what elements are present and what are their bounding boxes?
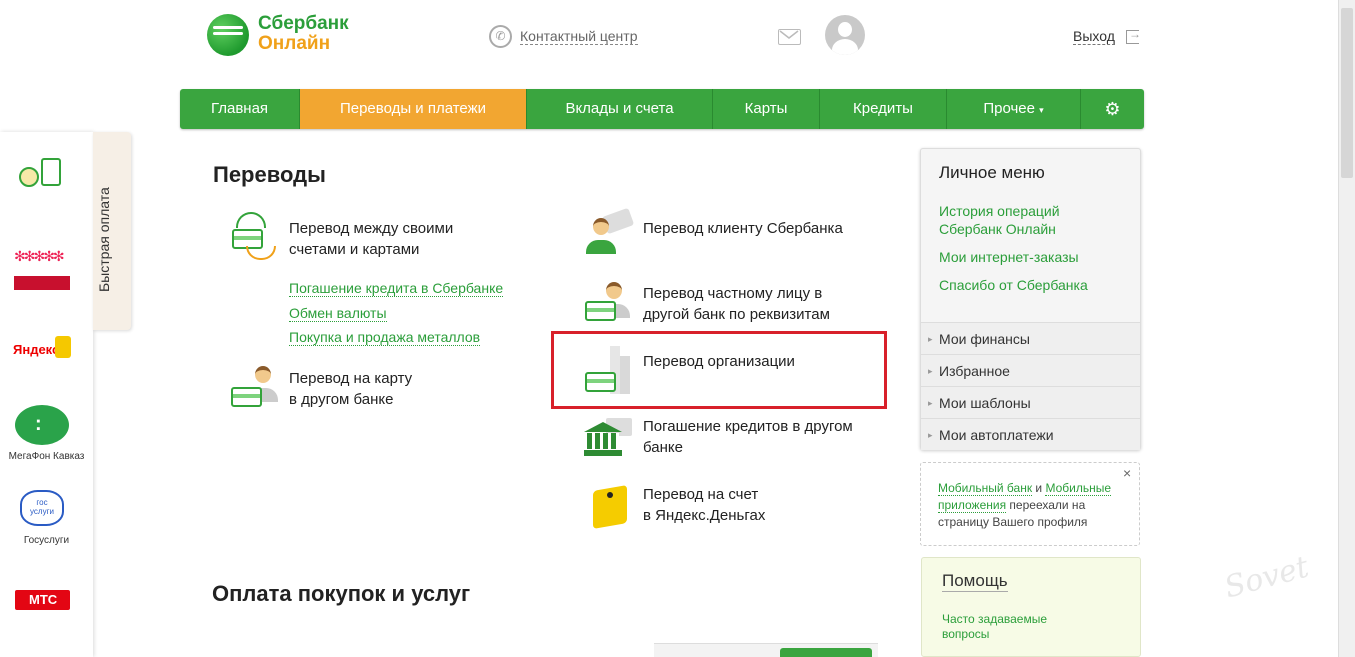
quick-pay-tab[interactable]: Быстрая оплата — [93, 132, 131, 330]
search-button-edge[interactable] — [780, 648, 872, 657]
card-other-bank-line1: Перевод на карту — [289, 370, 413, 387]
yandex-icon[interactable]: Яндекс — [13, 332, 73, 362]
quick-pay-tab-label: Быстрая оплата — [96, 187, 112, 292]
private-person-line1: Перевод частному лицу в — [643, 285, 823, 302]
sublink-currency-exchange[interactable]: Обмен валюты — [289, 305, 387, 322]
notice-text: Мобильный банк и Мобильные приложения пе… — [938, 480, 1128, 531]
yandex-money-line2: в Яндекс.Деньгах — [643, 507, 766, 524]
nav-cards[interactable]: Карты — [713, 89, 820, 129]
nav-other[interactable]: Прочее ▾ — [947, 89, 1081, 129]
yandex-wallet-icon[interactable] — [591, 480, 629, 529]
notice-and: и — [1032, 481, 1046, 495]
yandex-money-link[interactable]: Перевод на счет в Яндекс.Деньгах — [643, 484, 765, 526]
logo-line1: Сбербанк — [258, 13, 349, 34]
own-accounts-transfer-line2: счетами и картами — [289, 241, 420, 258]
logo-text[interactable]: Сбербанк Онлайн — [258, 14, 349, 54]
mts-icon[interactable]: МТС — [15, 590, 70, 610]
phone-icon: ✆ — [489, 25, 512, 48]
nav-transfers-payments[interactable]: Переводы и платежи — [300, 89, 527, 129]
own-transfer-icon[interactable] — [230, 212, 278, 260]
chevron-down-icon: ▾ — [1039, 105, 1044, 115]
private-person-icon[interactable] — [584, 282, 634, 326]
nav-main[interactable]: Главная — [180, 89, 300, 129]
quick-pay-label-megafon: МегаФон Кавказ — [8, 451, 85, 462]
avatar[interactable] — [825, 15, 865, 55]
scrollbar-thumb[interactable] — [1341, 8, 1353, 178]
yandex-money-line1: Перевод на счет — [643, 486, 759, 503]
faq-link[interactable]: Часто задаваемые вопросы — [942, 612, 1072, 642]
phone-coin-icon[interactable] — [19, 158, 65, 188]
card-other-bank-line2: в другом банке — [289, 391, 394, 408]
gosuslugi-logo-text: гос услуги — [30, 498, 54, 516]
other-bank-credit-link[interactable]: Погашение кредитов в другом банке — [643, 416, 853, 458]
logo-line2: Онлайн — [258, 33, 331, 54]
nav-credits[interactable]: Кредиты — [820, 89, 947, 129]
internet-orders-link[interactable]: Мои интернет-заказы — [939, 248, 1079, 266]
logout-link[interactable]: Выход — [1073, 28, 1115, 45]
settings-gear-icon[interactable]: ⚙ — [1081, 89, 1144, 129]
sberbank-logo-icon[interactable] — [207, 14, 249, 56]
menu-favorites[interactable]: Избранное — [921, 354, 1140, 387]
personal-menu-title: Личное меню — [939, 163, 1045, 182]
nav-other-label: Прочее — [983, 100, 1035, 117]
card-other-bank-icon[interactable] — [230, 366, 280, 410]
own-accounts-transfer-line1: Перевод между своими — [289, 220, 454, 237]
private-person-line2: другой банк по реквизитам — [643, 306, 830, 323]
card-other-bank-link[interactable]: Перевод на карту в другом банке — [289, 368, 412, 410]
other-bank-credit-line1: Погашение кредитов в другом — [643, 418, 853, 435]
menu-templates[interactable]: Мои шаблоны — [921, 386, 1140, 419]
history-link[interactable]: История операций Сбербанк Онлайн — [939, 202, 1079, 238]
own-accounts-transfer-link[interactable]: Перевод между своими счетами и картами — [289, 218, 453, 260]
yandex-logo-text: Яндекс — [13, 342, 60, 357]
charity-icon[interactable]: ✻✻✻✻✻ — [14, 248, 70, 292]
spasibo-link[interactable]: Спасибо от Сбербанка — [939, 276, 1088, 294]
menu-my-finances[interactable]: Мои финансы — [921, 322, 1140, 355]
gosuslugi-icon[interactable]: гос услуги — [20, 490, 64, 526]
sublink-credit-repay[interactable]: Погашение кредита в Сбербанке — [289, 280, 504, 297]
sublink-metals[interactable]: Покупка и продажа металлов — [289, 329, 481, 346]
megafon-icon[interactable]: : — [15, 405, 69, 445]
quick-pay-label-gosuslugi: Госуслуги — [23, 535, 70, 546]
nav-deposits[interactable]: Вклады и счета — [527, 89, 713, 129]
payments-heading: Оплата покупок и услуг — [212, 581, 471, 606]
main-nav: Главная Переводы и платежи Вклады и счет… — [180, 89, 1144, 129]
help-title[interactable]: Помощь — [942, 571, 1008, 592]
private-person-transfer-link[interactable]: Перевод частному лицу в другой банк по р… — [643, 283, 830, 325]
sber-client-transfer-link[interactable]: Перевод клиенту Сбербанка — [643, 218, 843, 239]
sber-client-icon[interactable] — [584, 207, 635, 256]
menu-autopayments[interactable]: Мои автоплатежи — [921, 418, 1140, 451]
quick-pay-panel — [0, 132, 93, 657]
highlight-frame — [551, 331, 887, 409]
close-icon[interactable]: × — [1123, 465, 1131, 481]
other-bank-credit-line2: банке — [643, 439, 683, 456]
contact-center-link[interactable]: Контактный центр — [520, 28, 638, 45]
transfers-heading: Переводы — [213, 162, 326, 187]
bank-building-icon[interactable] — [584, 418, 634, 460]
mobile-bank-link[interactable]: Мобильный банк — [938, 481, 1033, 496]
watermark-logo: Sovet — [1220, 549, 1313, 606]
logout-icon[interactable] — [1126, 27, 1141, 44]
mail-icon[interactable] — [778, 29, 801, 45]
